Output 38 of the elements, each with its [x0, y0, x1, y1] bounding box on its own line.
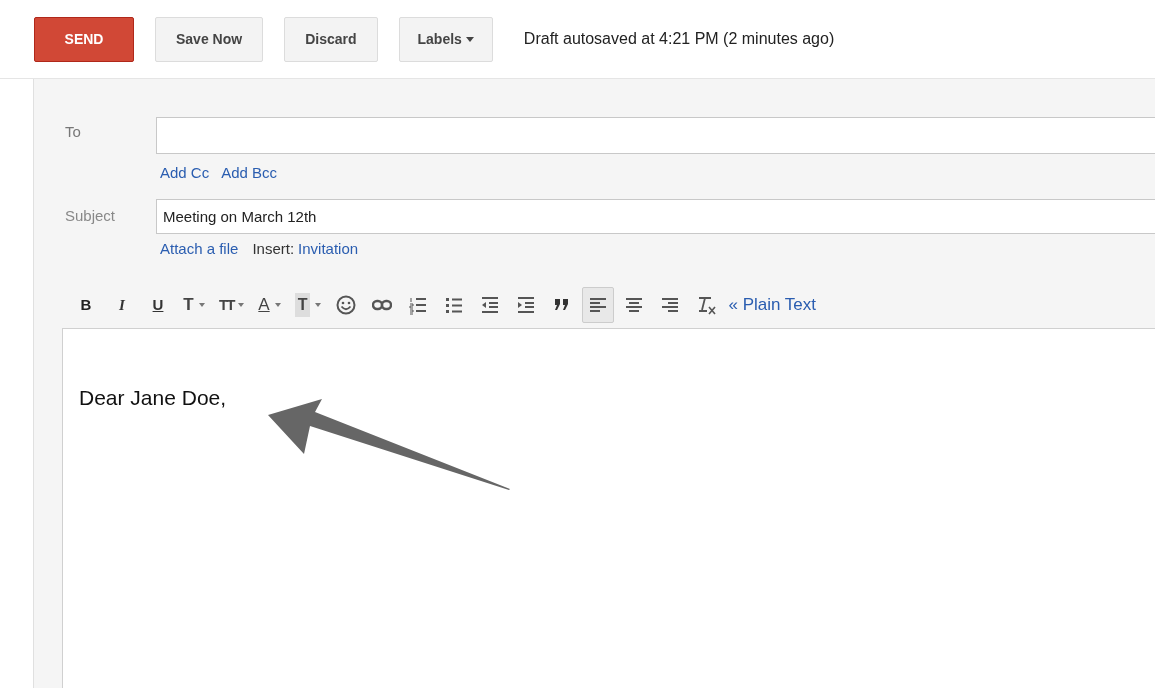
- labels-dropdown[interactable]: Labels: [398, 16, 493, 62]
- caret-icon: [465, 36, 474, 42]
- autosave-status: Draft autosaved at 4:21 PM (2 minutes ago): [523, 29, 835, 49]
- align-left-icon: [588, 295, 609, 315]
- clear-formatting-icon: [696, 295, 717, 315]
- indent-more-icon: [516, 295, 537, 315]
- attach-file-link[interactable]: Attach a file: [160, 237, 239, 260]
- align-center-icon: [624, 295, 645, 315]
- subject-field[interactable]: Meeting on March 12th: [156, 198, 1155, 234]
- bulleted-list-icon: [444, 295, 465, 315]
- plain-text-link[interactable]: « Plain Text: [728, 292, 817, 318]
- emoji-icon: [336, 295, 357, 315]
- bold-button[interactable]: B: [70, 287, 102, 323]
- caret-icon: [238, 303, 245, 307]
- field-label: To: [64, 122, 82, 142]
- field-label: Subject: [64, 205, 117, 226]
- caret-icon: [274, 303, 281, 307]
- toolbar-button[interactable]: Discard: [284, 16, 378, 62]
- align-left-button[interactable]: [582, 287, 615, 323]
- highlight-button[interactable]: T: [289, 287, 327, 323]
- align-right-icon: [660, 295, 681, 315]
- italic-button[interactable]: I: [106, 287, 138, 323]
- numbered-list-icon: [408, 295, 429, 315]
- toolbar-button[interactable]: Save Now: [155, 16, 264, 62]
- send-button[interactable]: SEND: [34, 16, 134, 62]
- recipient-field[interactable]: [156, 117, 1155, 154]
- size-button[interactable]: TT: [214, 287, 250, 323]
- text-color-button[interactable]: A: [253, 287, 286, 323]
- indent-less-icon: [480, 295, 501, 315]
- caret-icon: [198, 303, 205, 307]
- message-body-text[interactable]: Dear Jane Doe,: [79, 382, 1155, 414]
- insert-label: Insert:: [252, 238, 295, 259]
- add-recipient-link[interactable]: Add Bcc: [221, 162, 278, 185]
- underline-button[interactable]: U: [142, 287, 174, 323]
- font-button[interactable]: T: [178, 287, 210, 323]
- add-recipient-link[interactable]: Add Cc: [160, 162, 210, 185]
- caret-icon: [315, 303, 322, 307]
- invitation-link[interactable]: Invitation: [298, 237, 359, 260]
